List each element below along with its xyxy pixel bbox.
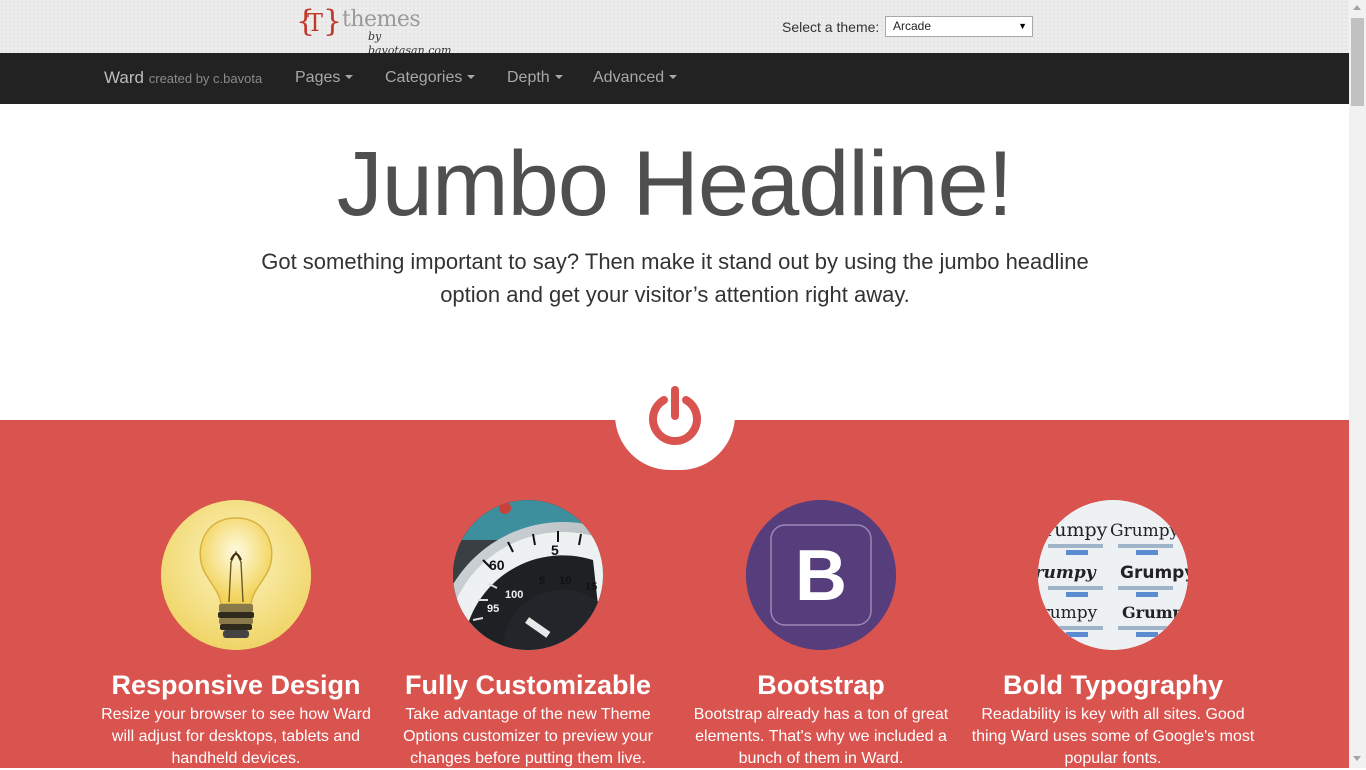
logo-t: T [307,9,324,37]
gauge-label: 100 [505,589,523,601]
nav-item-label: Pages [295,69,341,86]
typography-sample-text: Grumpy [1038,563,1097,583]
nav-item-label: Advanced [593,69,665,86]
bootstrap-logo-icon: B [746,500,896,650]
brand-name: Ward [104,68,144,87]
typography-sample-icon: Grumpy Grumpy Grumpy Grumpy Grumpy Grump… [1038,500,1188,650]
gauge-label: 5 [551,542,559,558]
theme-bar: { T } themes by bavotasan.com Select a t… [0,0,1349,57]
chevron-down-icon: ▼ [1018,21,1027,31]
logo-brace-right: } [323,4,343,39]
main-navbar: Ward created by c.bavota Pages Categorie… [0,53,1349,104]
scroll-down-arrow-icon[interactable] [1353,756,1361,761]
caret-down-icon [669,74,678,79]
page-scrollbar[interactable] [1349,0,1366,768]
feature-image-typography: Grumpy Grumpy Grumpy Grumpy Grumpy Grump… [1038,500,1188,650]
nav-item-label: Depth [507,69,550,86]
gauge-label: 60 [489,557,505,573]
power-badge [615,360,735,470]
theme-select-label: Select a theme: [782,19,880,35]
brand-byline: created by c.bavota [148,71,263,86]
caret-down-icon [467,74,476,79]
feature-image-bootstrap: B [746,500,896,650]
feature-image-lightbulb [161,500,311,650]
feature-title-bootstrap: Bootstrap [757,670,885,700]
feature-title-typography: Bold Typography [1003,670,1223,700]
feature-title-responsive: Responsive Design [111,670,361,700]
theme-select-value: Arcade [893,19,932,33]
scroll-up-arrow-icon[interactable] [1353,5,1361,10]
caret-down-icon [554,74,563,79]
jumbo-headline: Jumbo Headline! [336,133,1013,235]
hero-subtitle: Got something important to say? Then mak… [261,249,1089,307]
scrollbar-thumb[interactable] [1351,18,1364,106]
nav-item-label: Categories [385,69,463,86]
feature-text-bootstrap: Bootstrap already has a ton of great ele… [693,706,949,767]
nav-item-advanced[interactable]: Advanced [593,68,678,88]
theme-select[interactable]: Arcade ▼ [885,16,1033,37]
gauge-label: 95 [487,603,499,615]
feature-text-responsive: Resize your browser to see how Ward will… [101,706,371,767]
caret-down-icon [345,74,354,79]
themes-logo[interactable]: { T } themes by bavotasan.com [296,4,466,57]
gauge-icon: 60 5 100 95 5 10 15 [453,500,603,650]
brand-link[interactable]: Ward created by c.bavota [104,68,262,89]
nav-item-categories[interactable]: Categories [385,68,476,88]
power-icon [649,386,701,446]
nav-item-pages[interactable]: Pages [295,68,354,88]
feature-text-typography: Readability is key with all sites. Good … [971,706,1255,767]
typography-sample-text: Grumpy [1120,563,1188,583]
feature-text-customizable: Take advantage of the new Theme Options … [403,706,653,767]
feature-title-customizable: Fully Customizable [404,670,652,700]
light-bulb-icon [161,500,311,650]
feature-image-gauge: 60 5 100 95 5 10 15 [453,500,603,650]
bootstrap-letter: B [795,536,847,616]
gauge-label: 5 [539,575,545,587]
gauge-label: 10 [559,575,571,587]
nav-item-depth[interactable]: Depth [507,68,563,88]
gauge-label: 15 [585,581,597,593]
